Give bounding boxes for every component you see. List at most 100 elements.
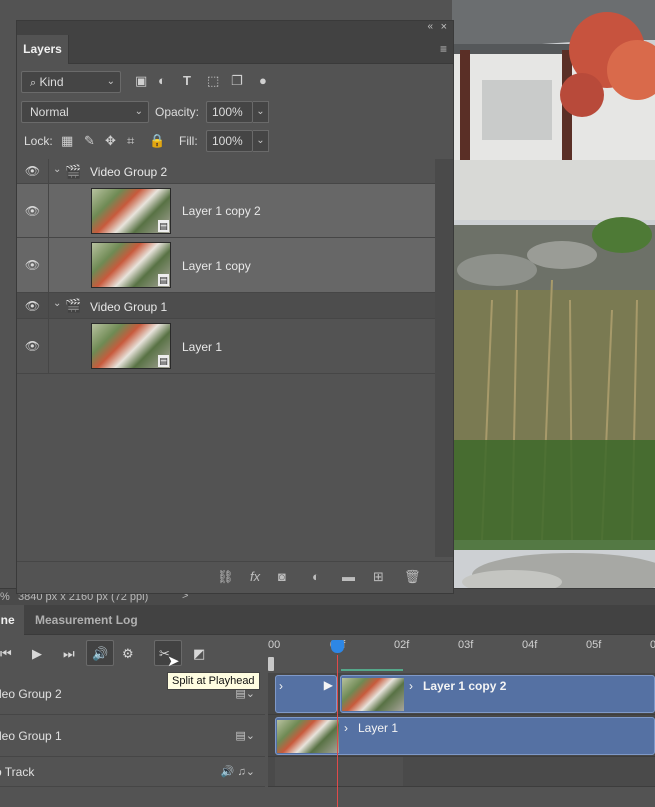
- tab-measurement-log[interactable]: Measurement Log: [26, 605, 147, 635]
- shape-filter-icon[interactable]: ⬚: [207, 73, 219, 89]
- layer-row[interactable]: 👁 ▤ Layer 1 copy 2: [17, 184, 435, 238]
- tab-timeline[interactable]: line: [0, 605, 24, 635]
- play-icon[interactable]: ▶: [32, 646, 42, 662]
- lock-transparency-icon[interactable]: ▦: [61, 133, 73, 149]
- settings-gear-icon[interactable]: ⚙: [122, 646, 134, 662]
- adjustment-icon[interactable]: ◐: [312, 569, 320, 584]
- cached-frames-bar: [341, 669, 403, 671]
- layers-scrollbar[interactable]: [435, 159, 453, 557]
- transition-clip[interactable]: › ▶: [275, 675, 337, 713]
- opacity-label: Opacity:: [155, 105, 200, 119]
- video-group-icon: 🎬: [65, 298, 82, 313]
- ruler-tick: 03f: [458, 639, 474, 651]
- clip-expand-icon[interactable]: ›: [344, 721, 348, 735]
- audio-track-header[interactable]: o Track 🔊 ♫⌄: [0, 757, 265, 787]
- speaker-icon[interactable]: 🔊: [92, 646, 108, 662]
- layer-filter-row: ⌕ Kind ⌄ ▣ ◐ T ⬚ ❐ ●: [17, 68, 453, 96]
- folder-icon[interactable]: ▬: [342, 569, 355, 584]
- fx-icon[interactable]: fx: [250, 569, 260, 584]
- smart-object-filter-icon[interactable]: ❐: [231, 73, 243, 89]
- track-name: deo Group 2: [0, 687, 62, 701]
- audio-controls-icon[interactable]: 🔊 ♫⌄: [221, 765, 255, 778]
- lock-artboard-icon[interactable]: ⌗: [127, 133, 134, 149]
- visibility-eye-icon[interactable]: 👁: [17, 238, 49, 292]
- adjustment-filter-icon[interactable]: ◐: [158, 73, 166, 88]
- garden-photo: [452, 0, 655, 588]
- tab-layers[interactable]: Layers: [17, 35, 69, 64]
- next-frame-icon[interactable]: ⏭: [63, 646, 75, 662]
- layer-name: Layer 1 copy 2: [182, 204, 261, 218]
- canvas-image[interactable]: [452, 0, 655, 588]
- video-layer-icon: ▤: [158, 355, 169, 367]
- clip-expand-icon[interactable]: ›: [409, 679, 413, 693]
- visibility-eye-icon[interactable]: 👁: [17, 293, 49, 318]
- clip-expand-icon[interactable]: ›: [279, 679, 283, 693]
- blend-mode-dropdown[interactable]: Normal ⌄: [21, 101, 149, 123]
- fill-slider-toggle[interactable]: ⌄: [253, 130, 269, 152]
- mask-icon[interactable]: ◙: [278, 569, 286, 584]
- clip-thumbnail: [277, 720, 339, 753]
- panel-menu-icon[interactable]: ≡: [440, 42, 447, 56]
- layer-row[interactable]: 👁 ▤ Layer 1: [17, 319, 435, 374]
- chevron-down-icon: ⌄: [106, 76, 115, 87]
- lock-image-pixels-icon[interactable]: ✎: [84, 133, 95, 149]
- zoom-readout[interactable]: %: [0, 591, 10, 603]
- pixel-filter-icon[interactable]: ▣: [135, 73, 147, 89]
- lock-label: Lock:: [24, 134, 53, 148]
- mouse-cursor-icon: ➤: [167, 653, 180, 670]
- fill-input[interactable]: 100%: [206, 130, 253, 152]
- video-clip[interactable]: › Layer 1: [275, 717, 655, 755]
- chevron-down-icon[interactable]: ⌄: [53, 164, 61, 175]
- new-layer-icon[interactable]: ⊞: [373, 569, 384, 585]
- layer-thumbnail: ▤: [91, 188, 171, 234]
- visibility-eye-icon[interactable]: 👁: [17, 184, 49, 237]
- track-header[interactable]: deo Group 1 ▤⌄: [0, 715, 265, 757]
- opacity-slider-toggle[interactable]: ⌄: [253, 101, 269, 123]
- type-filter-icon[interactable]: T: [183, 73, 191, 88]
- track-lane: › ▶ › Layer 1 copy 2: [268, 673, 655, 715]
- layer-thumbnail: ▤: [91, 323, 171, 369]
- timeline-ruler[interactable]: 00 01f 02f 03f 04f 05f 0: [268, 635, 655, 675]
- layers-panel: « × Layers ≡ ⌕ Kind ⌄ ▣ ◐ T ⬚ ❐ ● Normal…: [16, 20, 454, 594]
- collapse-panel-icon[interactable]: «: [427, 21, 433, 32]
- film-icon[interactable]: ▤⌄: [235, 729, 255, 742]
- layer-row-group[interactable]: 👁 ⌄ 🎬 Video Group 1: [17, 293, 435, 319]
- filter-toggle-icon[interactable]: ●: [259, 73, 267, 88]
- opacity-input[interactable]: 100%: [206, 101, 253, 123]
- clip-title: Layer 1 copy 2: [423, 679, 507, 693]
- visibility-eye-icon[interactable]: 👁: [17, 319, 49, 373]
- search-icon: ⌕: [30, 77, 37, 89]
- video-layer-icon: ▤: [158, 220, 169, 232]
- track-lane: › Layer 1: [268, 715, 655, 757]
- fill-label: Fill:: [179, 134, 198, 148]
- ruler-tick: 0: [650, 639, 655, 651]
- layer-row[interactable]: 👁 ▤ Layer 1 copy: [17, 238, 435, 293]
- trash-icon[interactable]: 🗑: [404, 569, 421, 585]
- clip-title: Layer 1: [358, 721, 399, 735]
- layers-list: 👁 ⌄ 🎬 Video Group 2 👁 ▤ Layer 1 copy 2 👁…: [17, 159, 435, 557]
- filter-kind-value: Kind: [39, 75, 64, 89]
- layer-name: Video Group 2: [90, 165, 168, 179]
- layer-name: Layer 1 copy: [182, 259, 251, 273]
- blend-mode-value: Normal: [30, 105, 69, 119]
- chevron-down-icon[interactable]: ⌄: [53, 298, 61, 309]
- go-to-first-frame-icon[interactable]: ⏮: [0, 646, 12, 662]
- lock-position-icon[interactable]: ✥: [105, 133, 116, 149]
- close-panel-icon[interactable]: ×: [441, 21, 447, 33]
- clip-menu-icon[interactable]: ▶: [324, 678, 333, 692]
- layer-row-group[interactable]: 👁 ⌄ 🎬 Video Group 2: [17, 159, 435, 184]
- ruler-tick: 05f: [586, 639, 602, 651]
- panel-title-bar[interactable]: « ×: [17, 21, 453, 35]
- transition-icon[interactable]: ◩: [193, 646, 205, 662]
- lock-all-icon[interactable]: 🔒: [149, 133, 165, 149]
- video-clip[interactable]: › Layer 1 copy 2: [340, 675, 655, 713]
- ruler-tick: 04f: [522, 639, 538, 651]
- timeline-tab-bar: line Measurement Log: [0, 605, 655, 635]
- link-icon[interactable]: ⛓: [217, 569, 234, 585]
- playhead-handle[interactable]: [331, 640, 344, 653]
- visibility-eye-icon[interactable]: 👁: [17, 159, 49, 183]
- filter-kind-dropdown[interactable]: ⌕ Kind ⌄: [21, 71, 121, 93]
- layer-name: Layer 1: [182, 340, 223, 354]
- clip-thumbnail: [342, 678, 404, 711]
- work-area-start-handle[interactable]: [268, 657, 274, 671]
